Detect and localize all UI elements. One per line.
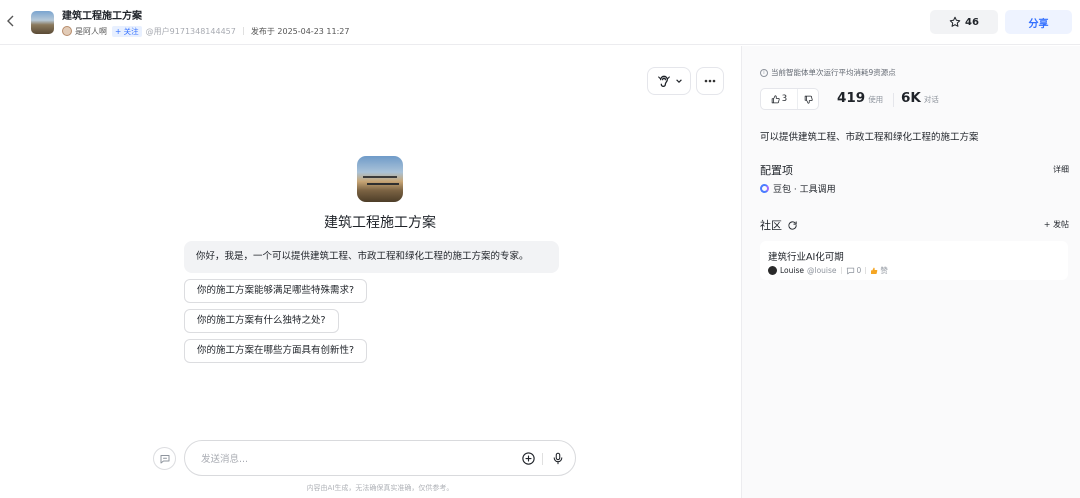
like-button[interactable]: 3 <box>761 89 797 109</box>
hearing-icon <box>657 75 670 87</box>
resource-note-text: 当前智能体单次运行平均消耗9资源点 <box>771 68 896 77</box>
top-bar: 建筑工程施工方案 是阿人啊 + 关注 @用户9171348144457 发布于 … <box>0 0 1080 45</box>
greeting-message: 你好，我是，一个可以提供建筑工程、市政工程和绿化工程的施工方案的专家。 <box>184 241 559 273</box>
author-name[interactable]: 是阿人啊 <box>75 26 107 37</box>
resource-note: i 当前智能体单次运行平均消耗9资源点 <box>760 67 896 78</box>
bot-avatar <box>357 156 403 202</box>
post-handle: @louise <box>807 266 837 275</box>
chat-stat: 6K 对话 <box>901 90 939 106</box>
message-input-box <box>184 440 576 476</box>
new-post-button[interactable]: + 发帖 <box>1044 219 1069 230</box>
new-chat-button[interactable] <box>153 447 176 470</box>
chat-label: 对话 <box>923 95 939 104</box>
message-input[interactable] <box>201 450 501 468</box>
divider <box>242 27 244 35</box>
star-count: 46 <box>965 16 979 28</box>
chevron-down-icon <box>675 79 682 83</box>
usage-label: 使用 <box>868 95 884 104</box>
usage-count: 419 <box>837 90 866 106</box>
config-title: 配置项 <box>760 164 793 177</box>
new-chat-icon <box>160 454 169 463</box>
like-icon <box>871 267 878 274</box>
app-icon <box>31 11 54 34</box>
divider <box>542 453 543 465</box>
comment-count: 0 <box>856 266 862 275</box>
config-item-label: 豆包 · 工具调用 <box>773 185 836 195</box>
community-title: 社区 <box>760 219 782 232</box>
app-title: 建筑工程施工方案 <box>62 11 142 22</box>
more-icon <box>704 79 716 83</box>
voice-select-button[interactable] <box>647 67 691 95</box>
divider <box>865 267 867 274</box>
chat-count: 6K <box>901 90 921 106</box>
publish-date: 发布于 2025-04-23 11:27 <box>250 26 350 36</box>
microphone-icon <box>553 452 563 465</box>
thumbs-down-icon <box>804 95 813 104</box>
user-id: @用户9171348144457 <box>145 26 236 36</box>
author-avatar[interactable] <box>62 26 72 36</box>
refresh-icon[interactable] <box>787 220 798 231</box>
community-post[interactable]: 建筑行业AI化可期 Louise @louise 0 赞 <box>760 241 1068 280</box>
share-button[interactable]: 分享 <box>1005 10 1072 34</box>
thumbs-up-icon <box>771 94 780 103</box>
post-author: Louise <box>780 266 804 275</box>
config-item: 豆包 · 工具调用 <box>760 182 836 195</box>
bot-description: 可以提供建筑工程、市政工程和绿化工程的施工方案 <box>760 132 979 143</box>
post-meta: Louise @louise 0 赞 <box>768 265 888 276</box>
ai-disclaimer: 内容由AI生成，无法确保真实准确，仅供参考。 <box>306 484 454 492</box>
community-header: 社区 <box>760 217 798 233</box>
author-meta: 是阿人啊 + 关注 @用户9171348144457 发布于 2025-04-2… <box>62 25 349 37</box>
plus-circle-icon <box>522 452 535 465</box>
more-options-button[interactable] <box>696 67 724 95</box>
voice-input-button[interactable] <box>551 451 565 466</box>
info-icon: i <box>760 68 768 77</box>
like-count: 3 <box>781 94 788 104</box>
star-button[interactable]: 46 <box>930 10 998 34</box>
bot-info-panel: i 当前智能体单次运行平均消耗9资源点 3 419 使用 6K 对话 可以提供建… <box>741 46 1080 498</box>
divider <box>840 267 842 274</box>
chat-area: 建筑工程施工方案 你好，我是，一个可以提供建筑工程、市政工程和绿化工程的施工方案… <box>0 46 741 498</box>
star-icon <box>949 16 961 27</box>
suggestion-3[interactable]: 你的施工方案在哪些方面具有创新性? <box>184 339 368 363</box>
doubao-logo-icon <box>760 184 769 193</box>
post-title: 建筑行业AI化可期 <box>768 252 844 263</box>
like-label: 赞 <box>880 266 888 275</box>
comment-icon <box>846 267 854 274</box>
post-author-avatar <box>768 266 777 275</box>
vote-group: 3 <box>760 88 819 110</box>
bot-name: 建筑工程施工方案 <box>324 215 436 231</box>
suggestion-2[interactable]: 你的施工方案有什么独特之处? <box>184 309 339 333</box>
suggestion-1[interactable]: 你的施工方案能够满足哪些特殊需求? <box>184 279 368 303</box>
follow-button[interactable]: + 关注 <box>112 25 142 37</box>
usage-stat: 419 使用 <box>837 90 883 106</box>
chevron-left-icon[interactable] <box>6 14 18 30</box>
config-detail-link[interactable]: 详细 <box>1053 164 1069 175</box>
dislike-button[interactable] <box>797 89 818 109</box>
divider <box>893 93 894 107</box>
add-attachment-button[interactable] <box>521 451 536 466</box>
